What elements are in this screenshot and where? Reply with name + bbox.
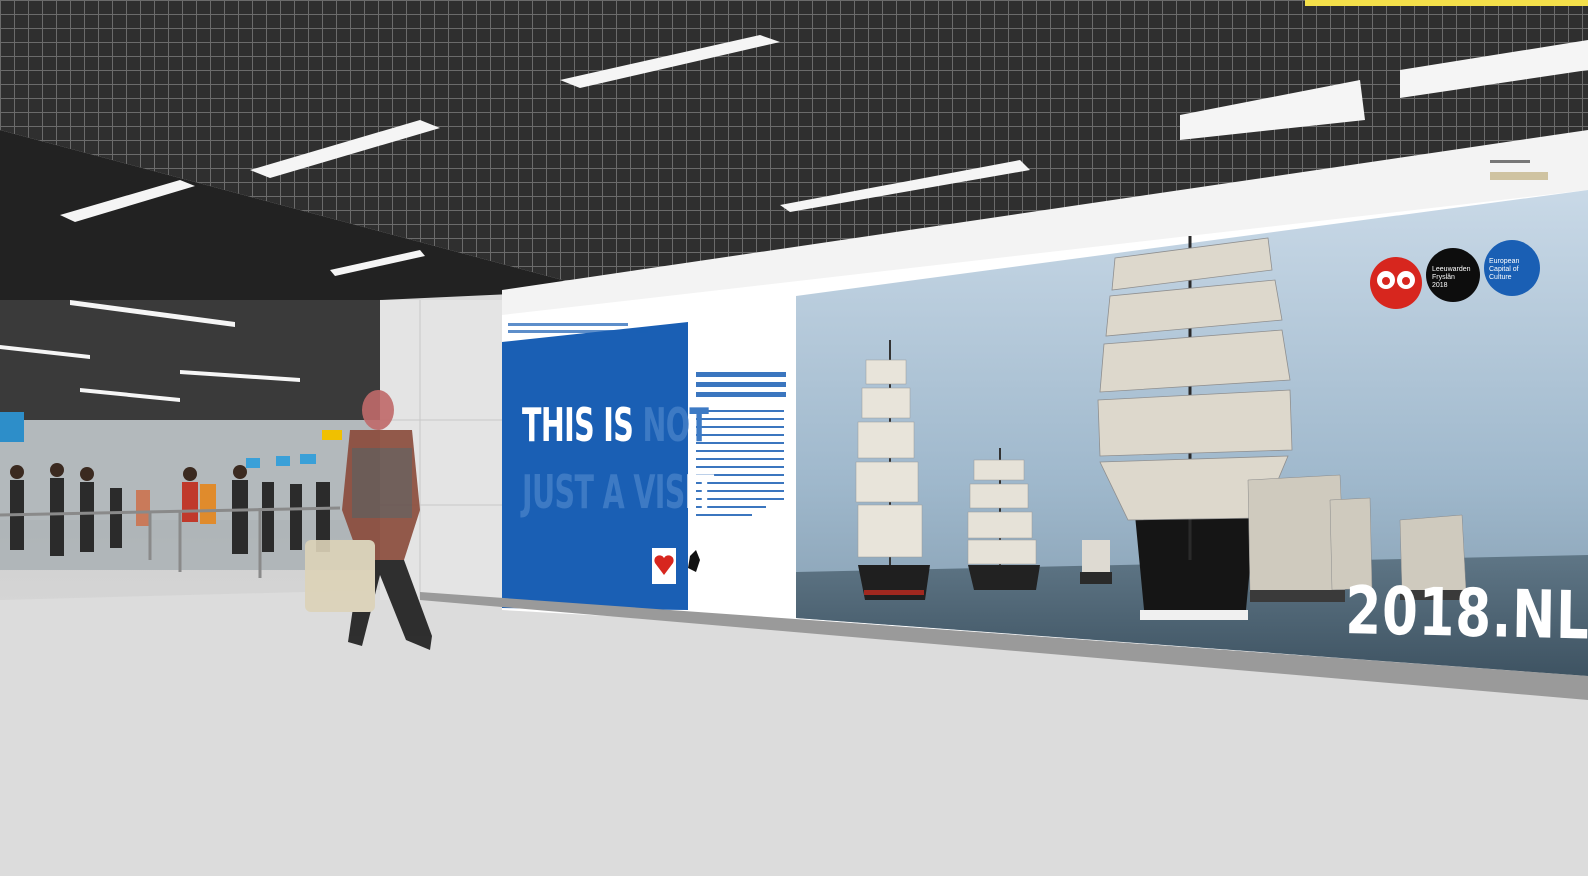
airport-corridor-scene: THIS IS NOT JUST A VISIT 2018.NL Leeuwar… [0,0,1588,876]
leeuwarden-logo-text: Leeuwarden Fryslân 2018 [1432,266,1471,289]
headline-just-a-vis: JUST A VIS [522,465,685,519]
capital-culture-logo-text: European Capital of Culture [1489,258,1520,281]
yellow-marker [1305,0,1588,6]
shopping-bag [305,540,375,612]
headline-line-1: THIS IS NOT [522,398,709,452]
headline-line-2: JUST A VISIT [522,465,714,519]
headline-this-is: THIS IS [522,398,634,452]
headline-not: NOT [642,398,709,452]
headline-it: IT [684,465,714,519]
scene-illustration [0,0,1588,876]
domain-text: 2018.NL [1344,572,1588,655]
